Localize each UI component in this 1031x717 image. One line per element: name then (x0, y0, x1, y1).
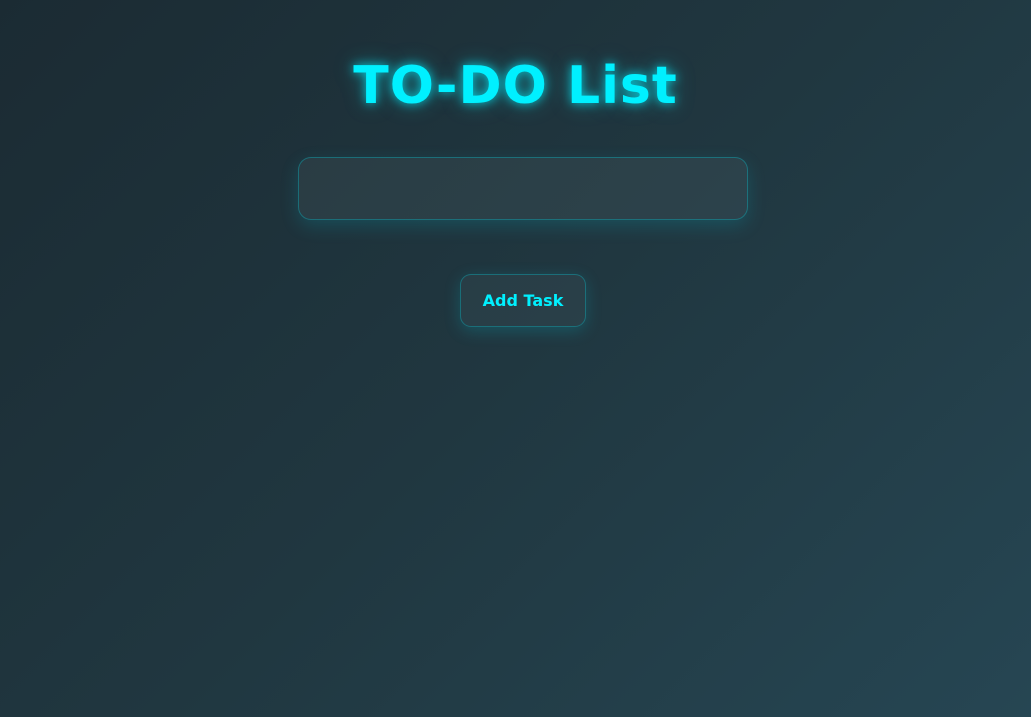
page-title: TO-DO List (353, 56, 678, 116)
task-input[interactable] (298, 157, 748, 220)
add-task-button[interactable]: Add Task (460, 274, 586, 327)
